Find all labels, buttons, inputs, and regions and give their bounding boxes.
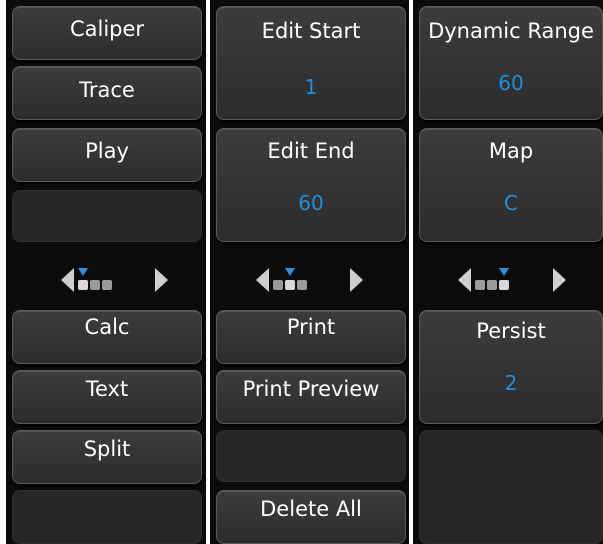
previous-page-icon[interactable] xyxy=(256,268,269,292)
panel-column-2: Edit Start 1 Edit End 60 Print Print Pre… xyxy=(210,0,409,544)
edit-end-button[interactable]: Edit End 60 xyxy=(216,128,406,242)
next-page-icon[interactable] xyxy=(553,268,566,292)
page-indicator xyxy=(6,260,206,300)
page-dot-2 xyxy=(285,280,295,290)
text-label: Text xyxy=(85,377,129,401)
dynamic-range-button[interactable]: Dynamic Range 60 xyxy=(419,6,603,120)
empty-slot xyxy=(419,430,603,544)
empty-slot xyxy=(216,430,406,482)
map-button[interactable]: Map C xyxy=(419,128,603,242)
next-page-icon[interactable] xyxy=(155,268,168,292)
page-dot-3 xyxy=(102,280,112,290)
page-dots-icon xyxy=(273,264,309,292)
dynamic-range-label: Dynamic Range xyxy=(428,19,594,43)
calc-button[interactable]: Calc xyxy=(12,310,202,364)
text-button[interactable]: Text xyxy=(12,370,202,424)
delete-all-button[interactable]: Delete All xyxy=(216,490,406,544)
next-page-icon[interactable] xyxy=(350,268,363,292)
caliper-button[interactable]: Caliper xyxy=(12,6,202,60)
edit-end-label: Edit End xyxy=(267,139,355,163)
trace-label: Trace xyxy=(79,78,135,102)
persist-button[interactable]: Persist 2 xyxy=(419,310,603,424)
page-dot-2 xyxy=(487,280,497,290)
edit-start-button[interactable]: Edit Start 1 xyxy=(216,6,406,120)
map-label: Map xyxy=(488,139,534,163)
play-button[interactable]: Play xyxy=(12,128,202,182)
print-preview-button[interactable]: Print Preview xyxy=(216,370,406,424)
delete-all-label: Delete All xyxy=(260,497,362,521)
print-label: Print xyxy=(286,315,336,339)
previous-page-icon[interactable] xyxy=(458,268,471,292)
print-button[interactable]: Print xyxy=(216,310,406,364)
empty-slot xyxy=(12,190,202,242)
page-dots-icon xyxy=(475,264,511,292)
trace-button[interactable]: Trace xyxy=(12,66,202,120)
page-dots-icon xyxy=(78,264,114,292)
active-page-marker-icon xyxy=(285,268,295,276)
dynamic-range-value: 60 xyxy=(498,71,524,95)
play-label: Play xyxy=(85,139,129,163)
empty-slot xyxy=(12,490,202,544)
page-dot-3 xyxy=(297,280,307,290)
page-dot-1 xyxy=(78,280,88,290)
panel-column-3: Dynamic Range 60 Map C Persist 2 xyxy=(413,0,603,544)
persist-value: 2 xyxy=(504,371,518,395)
persist-label: Persist xyxy=(476,319,546,343)
page-dot-1 xyxy=(475,280,485,290)
active-page-marker-icon xyxy=(78,268,88,276)
edit-start-value: 1 xyxy=(304,75,318,99)
edit-end-value: 60 xyxy=(298,191,324,215)
page-indicator xyxy=(210,260,409,300)
edit-start-label: Edit Start xyxy=(261,19,361,43)
split-button[interactable]: Split xyxy=(12,430,202,484)
split-label: Split xyxy=(83,437,131,461)
page-dot-3 xyxy=(499,280,509,290)
active-page-marker-icon xyxy=(499,268,509,276)
print-preview-label: Print Preview xyxy=(242,377,380,401)
page-dot-1 xyxy=(273,280,283,290)
caliper-label: Caliper xyxy=(69,17,145,41)
previous-page-icon[interactable] xyxy=(61,268,74,292)
panel-column-1: Caliper Trace Play Calc Text Split xyxy=(6,0,206,544)
page-indicator xyxy=(413,260,603,300)
page-dot-2 xyxy=(90,280,100,290)
map-value: C xyxy=(504,191,518,215)
calc-label: Calc xyxy=(84,315,130,339)
